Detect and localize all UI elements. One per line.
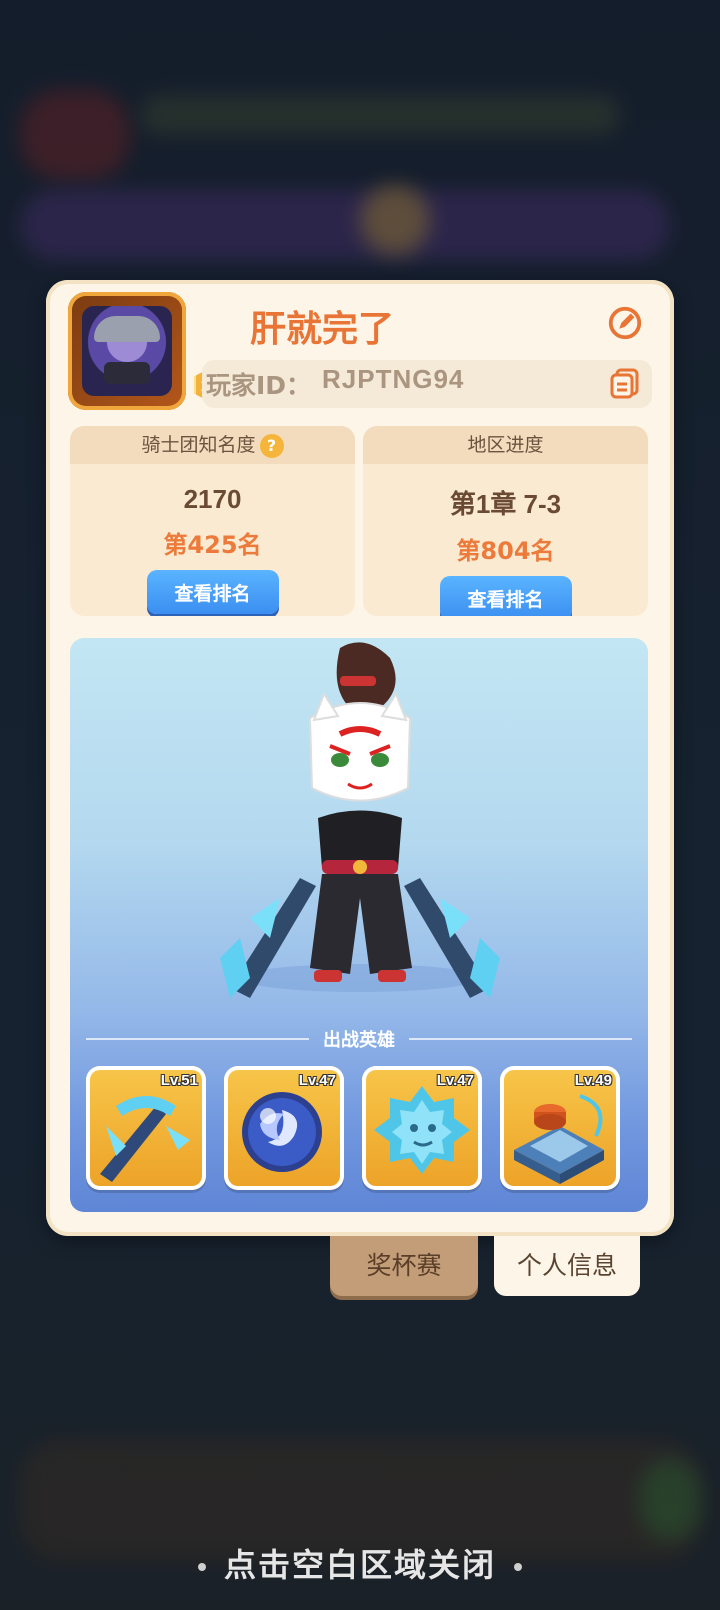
fame-stat-header: 骑士团知名度? [70,426,355,464]
close-hint[interactable]: 点击空白区域关闭 [0,1540,720,1586]
player-profile-card: 17 肝就完了 玩家ID： RJPTNG94 骑士团知名度? 2170 第425… [46,280,674,1236]
fame-stat-rank: 第425名 [163,531,262,559]
equipment-level: Lv.49 [574,1072,612,1089]
fame-view-ranking-button[interactable]: 查看排名 [146,570,279,614]
region-progress-box: 地区进度 第1章 7-3 第804名 查看排名 [363,426,648,616]
region-progress-rank: 第804名 [456,537,555,565]
hint-dot-left [197,1563,206,1571]
player-name: 肝就完了 [250,309,395,350]
player-id-value: RJPTNG94 [322,364,465,394]
equipment-level: Lv.51 [160,1072,198,1089]
heroes-divider: 出战英雄 [86,1024,632,1054]
region-progress-header: 地区进度 [363,426,648,464]
hero-showcase-panel: 出战英雄 Lv.51 Lv.47 Lv.47 Lv.49 [70,638,648,1212]
equipment-slot-ice-gear[interactable]: Lv.47 [362,1066,482,1190]
hero-character-figure[interactable] [190,638,530,1018]
equipment-slot-detonator[interactable]: Lv.49 [500,1066,620,1190]
copy-id-icon[interactable] [608,366,642,400]
hint-dot-right [514,1563,522,1571]
edit-name-icon[interactable] [606,304,644,342]
player-avatar[interactable] [68,292,186,410]
help-icon[interactable]: ? [259,433,284,458]
region-progress-value: 第1章 7-3 [449,489,562,519]
heroes-section-label: 出战英雄 [323,1030,395,1051]
fame-stat-value: 2170 [183,484,242,514]
equipment-slot-crossbow[interactable]: Lv.51 [86,1066,206,1190]
hero-equipment-list: Lv.51 Lv.47 Lv.47 Lv.49 [86,1066,620,1190]
fame-stat-box: 骑士团知名度? 2170 第425名 查看排名 [70,426,355,616]
close-hint-text: 点击空白区域关闭 [223,1546,496,1584]
tab-trophy[interactable]: 奖杯赛 [330,1236,478,1296]
region-view-ranking-button[interactable]: 查看排名 [439,576,572,616]
divider-line-left [86,1038,309,1040]
player-id-label: 玩家ID： [206,371,312,400]
equipment-level: Lv.47 [298,1072,336,1089]
fame-stat-title: 骑士团知名度 [141,434,256,456]
equipment-level: Lv.47 [436,1072,474,1089]
avatar-helmet [94,316,160,342]
divider-line-right [409,1038,632,1040]
tab-personal-info[interactable]: 个人信息 [494,1236,640,1296]
equipment-slot-orb[interactable]: Lv.47 [224,1066,344,1190]
avatar-mask [104,362,150,384]
